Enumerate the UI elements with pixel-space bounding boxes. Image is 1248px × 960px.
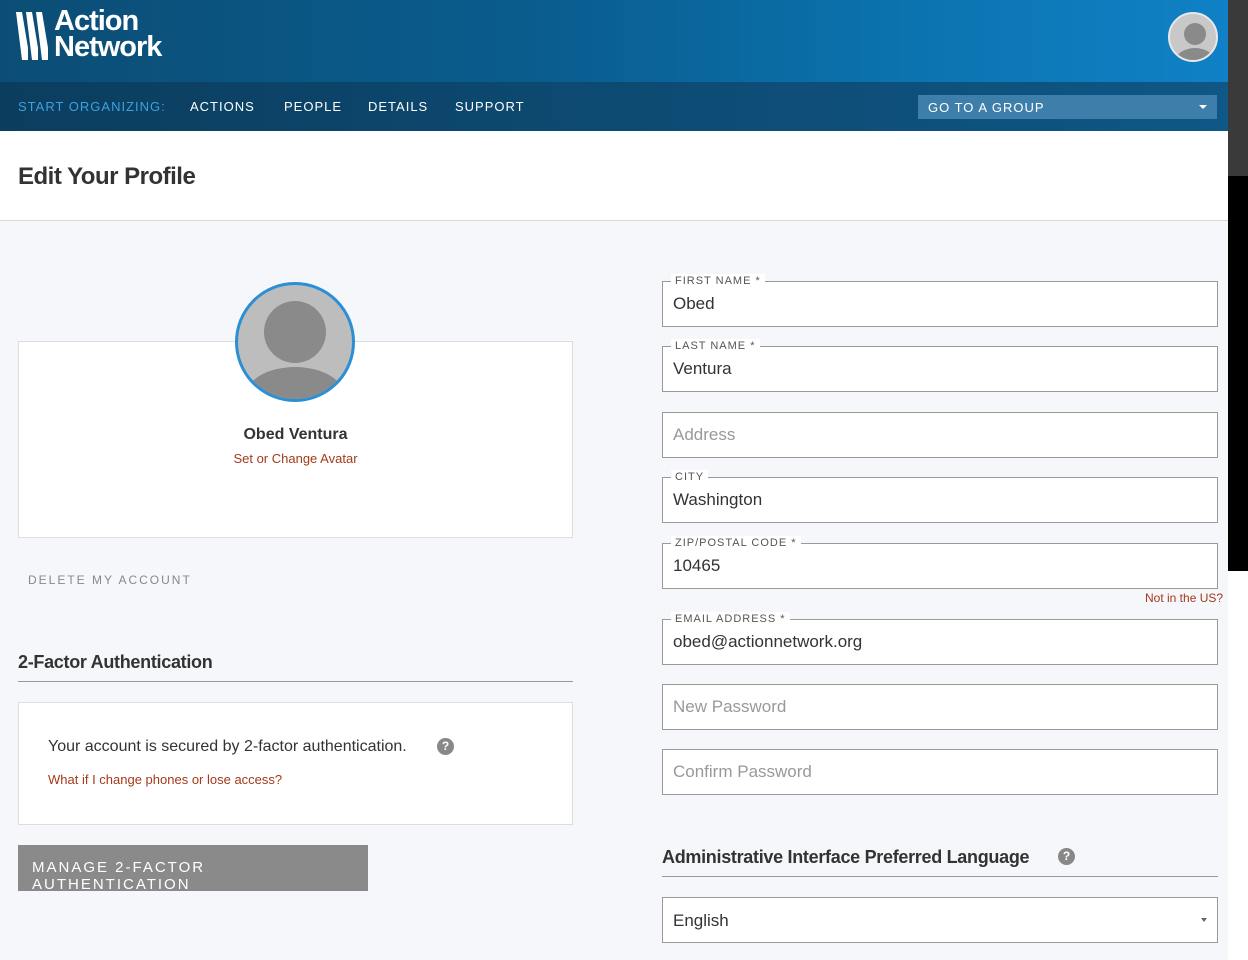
logo-text: Action Network (54, 7, 162, 63)
go-to-group-select[interactable]: GO TO A GROUP (918, 95, 1217, 119)
two-factor-box (18, 702, 573, 825)
chevron-down-icon (1201, 918, 1207, 922)
city-input[interactable] (663, 478, 1217, 522)
divider (662, 876, 1218, 877)
set-avatar-link: Set or Change Avatar (0, 451, 591, 466)
profile-silhouette-icon (245, 301, 345, 399)
not-in-us-link[interactable]: Not in the US? (1145, 591, 1223, 605)
email-field: EMAIL ADDRESS * (662, 612, 1218, 665)
title-band: Edit Your Profile (0, 131, 1228, 221)
top-header: Action Network (0, 0, 1228, 82)
logo-mark-icon (16, 12, 48, 60)
language-selected-value: English (673, 911, 729, 930)
address-field (662, 412, 1218, 458)
email-input[interactable] (663, 620, 1217, 664)
action-network-logo[interactable]: Action Network (16, 7, 162, 63)
lose-access-link[interactable]: What if I change phones or lose access? (48, 772, 282, 787)
last-name-label: LAST NAME * (671, 339, 760, 353)
two-factor-status: Your account is secured by 2-factor auth… (48, 738, 407, 755)
two-factor-heading: 2-Factor Authentication (18, 652, 213, 672)
language-select[interactable]: English (662, 897, 1218, 943)
nav-item-support[interactable]: SUPPORT (455, 99, 525, 114)
manage-two-factor-button[interactable]: MANAGE 2-FACTOR AUTHENTICATION (18, 845, 368, 893)
confirm-password-field (662, 749, 1218, 795)
first-name-input[interactable] (663, 282, 1217, 326)
address-input[interactable] (663, 413, 1217, 457)
scrollbar-thumb[interactable] (1228, 0, 1248, 176)
divider (18, 681, 573, 682)
profile-avatar[interactable] (235, 282, 355, 402)
logo-line-2: Network (54, 31, 162, 63)
chevron-down-icon (1199, 105, 1207, 109)
nav-start-organizing[interactable]: START ORGANIZING: (18, 99, 166, 114)
confirm-password-input[interactable] (663, 750, 1217, 794)
scrollbar-region (1228, 176, 1248, 571)
city-label: CITY (671, 470, 709, 484)
profile-name: Obed Ventura (243, 426, 348, 443)
nav-item-details[interactable]: DETAILS (368, 99, 428, 114)
zip-input[interactable] (663, 544, 1217, 588)
city-field: CITY (662, 470, 1218, 523)
first-name-label: FIRST NAME * (671, 274, 765, 288)
user-avatar[interactable] (1168, 12, 1218, 62)
zip-field: ZIP/POSTAL CODE * (662, 536, 1218, 589)
page-title: Edit Your Profile (18, 163, 196, 190)
language-heading: Administrative Interface Preferred Langu… (662, 847, 1030, 867)
nav-item-people[interactable]: PEOPLE (284, 99, 342, 114)
first-name-field: FIRST NAME * (662, 274, 1218, 327)
zip-label: ZIP/POSTAL CODE * (671, 536, 801, 550)
user-silhouette-icon (1175, 23, 1215, 60)
group-select-label: GO TO A GROUP (928, 100, 1045, 115)
delete-account-link[interactable]: DELETE MY ACCOUNT (28, 573, 192, 587)
last-name-field: LAST NAME * (662, 339, 1218, 392)
last-name-input[interactable] (663, 347, 1217, 391)
set-avatar-link-text[interactable]: Set or Change Avatar (233, 451, 357, 466)
email-label: EMAIL ADDRESS * (671, 612, 790, 626)
help-icon[interactable]: ? (437, 738, 454, 755)
help-icon[interactable]: ? (1058, 848, 1075, 865)
new-password-field (662, 684, 1218, 730)
new-password-input[interactable] (663, 685, 1217, 729)
nav-item-actions[interactable]: ACTIONS (190, 99, 255, 114)
